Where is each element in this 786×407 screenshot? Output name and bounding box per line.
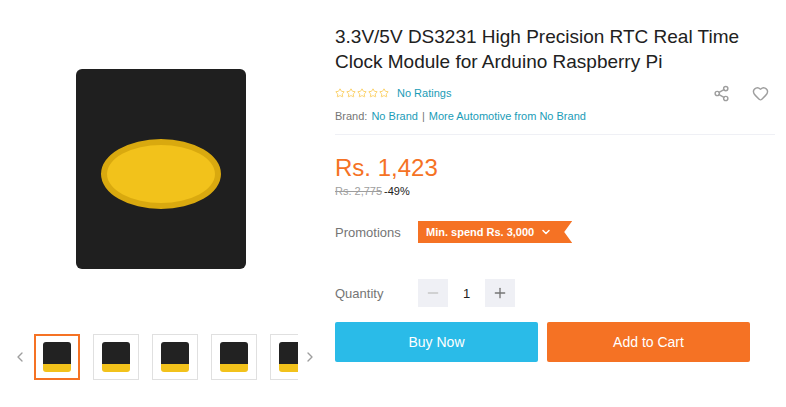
original-price-row: Rs. 2,775-49% [335,183,775,199]
heart-icon [752,85,769,102]
chevron-left-icon [12,348,28,366]
brand-row: Brand: No Brand | More Automotive from No B… [335,110,775,122]
thumbnail-strip [32,332,298,382]
thumbnail[interactable] [34,334,80,380]
share-button[interactable] [713,85,730,102]
thumbnail[interactable] [152,334,198,380]
product-page: 3.3V/5V DS3231 High Precision RTC Real T… [0,0,786,407]
purchase-buttons: Buy NowAdd to Cart [335,322,775,362]
brand-separator: | [422,110,425,122]
star-icon [346,88,356,98]
plus-icon [492,285,508,301]
thumbnail-row [12,332,318,382]
quantity-label: Quantity [335,286,418,301]
divider [335,134,775,135]
next-button[interactable] [302,342,318,372]
caret-down-icon [540,226,552,238]
gallery [0,0,322,407]
current-price: Rs. 1,423 [335,153,775,183]
increase-button[interactable] [485,279,515,307]
decrease-button[interactable] [418,279,448,307]
star-icon [357,88,367,98]
star-icon [335,88,345,98]
star-rating [335,88,389,98]
prev-button[interactable] [12,342,28,372]
brand-link[interactable]: No Brand [371,110,417,122]
photo-detail [101,139,221,209]
star-icon [368,88,378,98]
thumbnail-photo [279,342,298,372]
quantity-value[interactable]: 1 [448,286,485,301]
ratings-link[interactable]: No Ratings [397,87,451,99]
product-info: 3.3V/5V DS3231 High Precision RTC Real T… [335,0,775,407]
minus-icon [425,285,441,301]
brand-label: Brand: [335,110,367,122]
original-price: Rs. 2,775 [335,183,382,199]
promotion-tag[interactable]: Min. spend Rs. 3,000 [418,221,572,243]
promotions-label: Promotions [335,225,418,240]
quantity-row: Quantity 1 [335,279,775,307]
star-icon [379,88,389,98]
thumbnail[interactable] [211,334,257,380]
wishlist-button[interactable] [752,85,769,102]
chevron-right-icon [302,348,318,366]
thumbnail[interactable] [93,334,139,380]
main-image [12,20,310,318]
buy-now-button[interactable]: Buy Now [335,322,538,362]
thumbnail-photo [43,342,71,372]
product-title: 3.3V/5V DS3231 High Precision RTC Real T… [335,24,775,74]
share-icon [713,85,730,102]
thumbnail[interactable] [270,334,298,380]
thumbnail-photo [161,342,189,372]
rating-row: No Ratings [335,84,775,102]
promotions-row: PromotionsMin. spend Rs. 3,000 [335,221,775,243]
share-actions [713,85,775,102]
discount: -49% [384,183,410,199]
add-to-cart-button[interactable]: Add to Cart [547,322,750,362]
more-brand-link[interactable]: More Automotive from No Brand [429,110,586,122]
thumbnail-photo [220,342,248,372]
thumbnail-photo [102,342,130,372]
product-photo [76,69,246,269]
